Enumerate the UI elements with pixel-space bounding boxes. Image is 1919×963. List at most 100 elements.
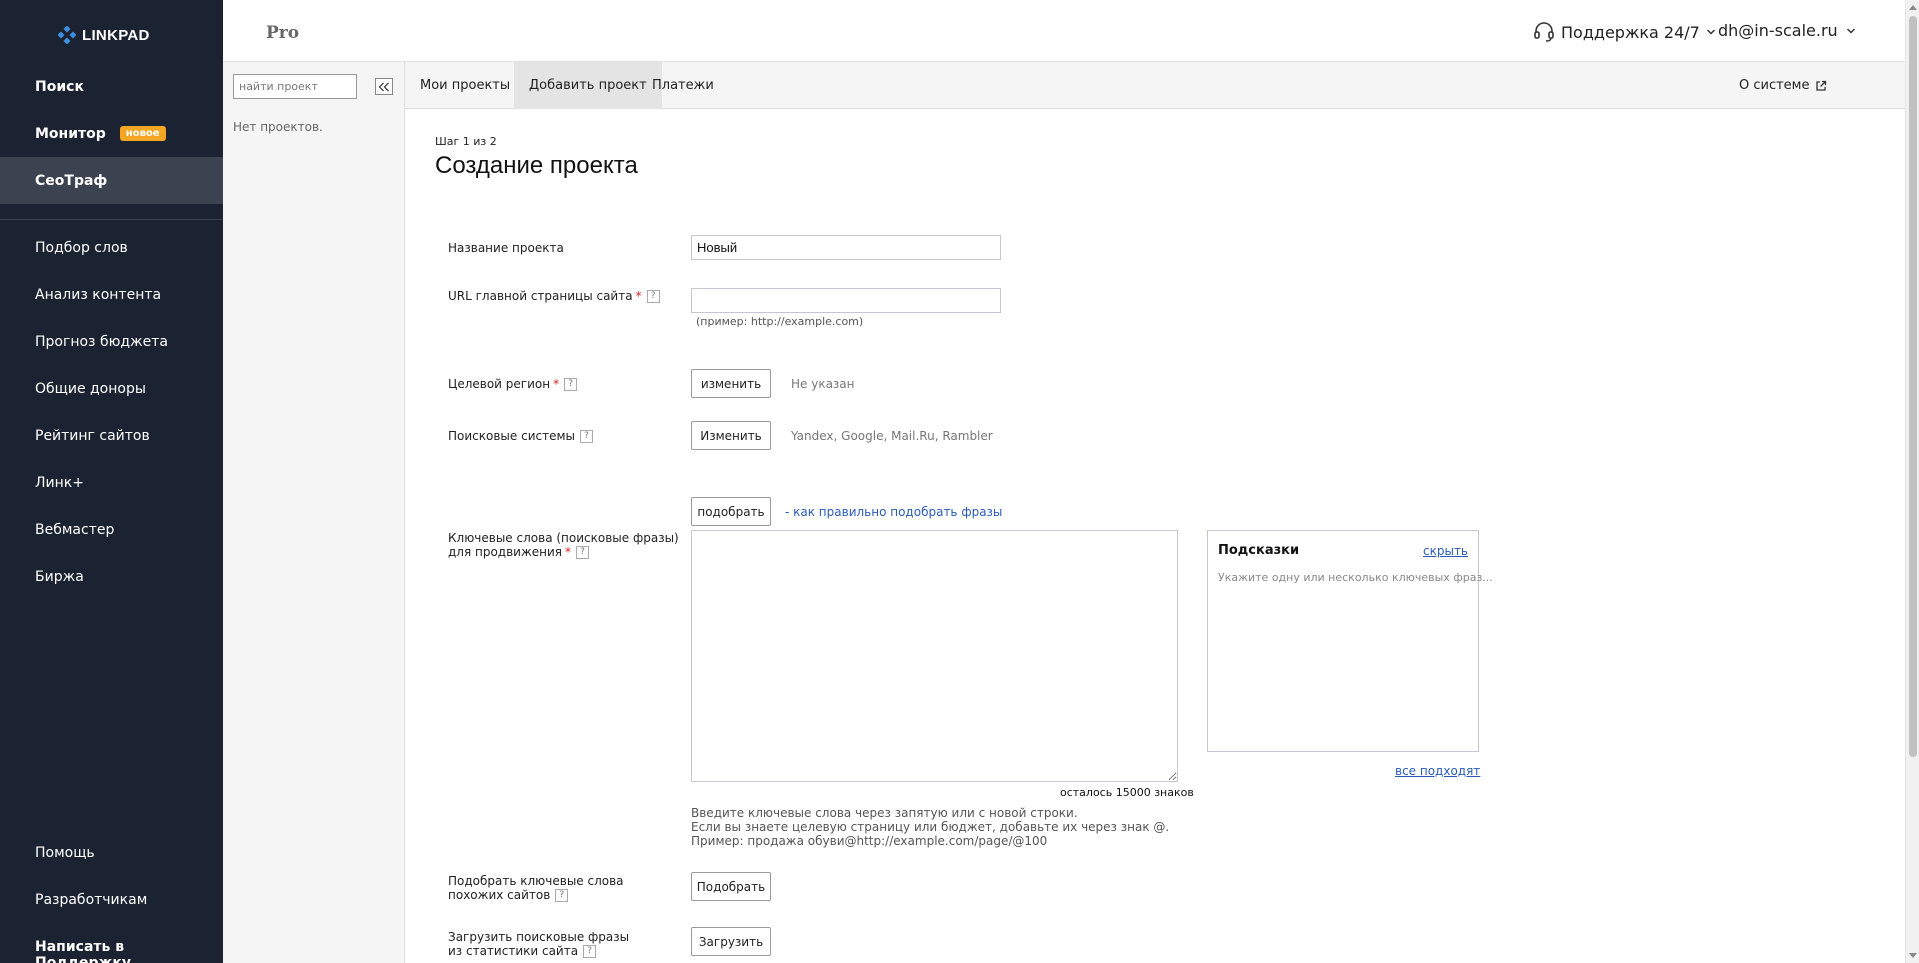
tips-title: Подсказки (1218, 543, 1300, 558)
support-label: Поддержка 24/7 (1561, 22, 1700, 42)
label-text: Ключевые слова (поисковые фразы) (448, 531, 679, 545)
similar-sites-label: Подобрать ключевые слова похожих сайтов? (448, 874, 624, 902)
label-text: Подобрать ключевые слова (448, 874, 624, 888)
plan-label: Pro (266, 23, 300, 43)
load-stats-button[interactable]: Загрузить (691, 927, 771, 956)
collapse-panel-button[interactable] (375, 78, 393, 95)
search-engines-label: Поисковые системы? (448, 429, 593, 443)
how-to-pick-phrases-link[interactable]: - как правильно подобрать фразы (785, 505, 1002, 519)
help-icon[interactable]: ? (576, 546, 590, 559)
target-region-label: Целевой регион *? (448, 377, 578, 391)
change-region-button[interactable]: изменить (691, 369, 771, 398)
help-icon[interactable]: ? (555, 889, 569, 902)
chevron-down-icon (1846, 27, 1855, 34)
page-scrollbar[interactable] (1905, 0, 1919, 963)
step-indicator: Шаг 1 из 2 (435, 135, 497, 148)
label-text: Целевой регион (448, 377, 551, 391)
label-text: URL главной страницы сайта (448, 289, 633, 303)
tab-my-projects[interactable]: Мои проекты (405, 62, 525, 109)
label-text: из статистики сайта (448, 944, 579, 958)
load-stats-label: Загрузить поисковые фразы из статистики … (448, 930, 629, 958)
region-value: Не указан (791, 377, 855, 391)
sidebar-item-content-analysis[interactable]: Анализ контента (35, 287, 161, 303)
sidebar-item-word-selection[interactable]: Подбор слов (35, 240, 128, 256)
create-project-form: Шаг 1 из 2 Создание проекта Название про… (405, 109, 1905, 963)
label-text: Название проекта (448, 241, 564, 255)
page-title: Создание проекта (435, 152, 638, 179)
sidebar-item-label: СеоТраф (35, 172, 108, 189)
project-search-input[interactable] (233, 74, 357, 99)
new-badge: новое (119, 126, 166, 141)
required-mark: * (635, 289, 642, 303)
keywords-label: Ключевые слова (поисковые фразы) для про… (448, 531, 679, 559)
top-header: Pro Поддержка 24/7 dh@in-scale.ru (223, 0, 1905, 62)
sidebar-item-label: Монитор (35, 125, 106, 142)
scroll-up-arrow[interactable] (1909, 3, 1917, 11)
about-label: О системе (1739, 78, 1810, 93)
sidebar-item-search[interactable]: Поиск (0, 63, 223, 110)
sidebar-item-seotraf[interactable]: СеоТраф (0, 157, 223, 204)
sidebar-item-exchange[interactable]: Биржа (35, 569, 84, 585)
triangle-up-icon (1909, 5, 1917, 10)
hide-tips-link[interactable]: скрыть (1423, 544, 1468, 558)
engines-value: Yandex, Google, Mail.Ru, Rambler (791, 429, 993, 443)
sidebar-item-label: Поиск (35, 78, 84, 95)
sidebar-item-site-rating[interactable]: Рейтинг сайтов (35, 428, 150, 444)
triangle-down-icon (1909, 953, 1917, 958)
scroll-down-arrow[interactable] (1909, 952, 1917, 960)
scroll-thumb[interactable] (1909, 16, 1917, 757)
label-text: для продвижения (448, 545, 563, 559)
sidebar-item-link-plus[interactable]: Линк+ (35, 475, 84, 491)
required-mark: * (565, 545, 572, 559)
keywords-help-text: Введите ключевые слова через запятую или… (691, 806, 1169, 848)
tips-text: Укажите одну или несколько ключевых фраз… (1218, 571, 1493, 584)
projects-panel: Нет проектов. (223, 62, 405, 963)
sidebar-item-webmaster[interactable]: Вебмастер (35, 522, 114, 538)
label-text: Поисковые системы (448, 429, 575, 443)
tips-panel: Подсказки скрыть Укажите одну или нескол… (1207, 530, 1493, 752)
tab-bar: Мои проекты Добавить проект Платежи О си… (405, 62, 1905, 109)
logo-text: LINKPAD (82, 26, 150, 44)
label-text: Загрузить поисковые фразы (448, 930, 630, 944)
contact-support-link[interactable]: Написать в Поддержку (35, 939, 223, 963)
change-engines-button[interactable]: Изменить (691, 421, 771, 450)
pick-phrases-button[interactable]: подобрать (691, 497, 771, 526)
chevron-down-icon (1706, 29, 1715, 35)
required-mark: * (553, 377, 560, 391)
help-line: Пример: продажа обуви@http://example.com… (691, 834, 1048, 848)
about-system-link[interactable]: О системе (1739, 62, 1827, 109)
help-link[interactable]: Помощь (35, 845, 95, 861)
sidebar-item-common-donors[interactable]: Общие доноры (35, 381, 146, 397)
help-icon[interactable]: ? (564, 378, 578, 391)
user-menu[interactable]: dh@in-scale.ru (1718, 21, 1856, 40)
help-line: Если вы знаете целевую страницу или бюдж… (691, 820, 1170, 834)
user-email: dh@in-scale.ru (1718, 21, 1838, 40)
label-text: похожих сайтов (448, 888, 551, 902)
empty-projects-text: Нет проектов. (233, 120, 323, 134)
all-fit-link[interactable]: все подходят (1395, 764, 1480, 778)
keywords-textarea[interactable] (691, 530, 1178, 782)
sidebar-item-monitor[interactable]: Монитор новое (0, 110, 223, 157)
help-icon[interactable]: ? (580, 430, 593, 443)
logo[interactable]: LINKPAD (58, 25, 150, 45)
help-icon[interactable]: ? (583, 945, 597, 958)
main-sidebar: LINKPAD Поиск Монитор новое СеоТраф Подб… (0, 0, 223, 963)
sidebar-divider (0, 219, 223, 220)
url-example: (пример: http://example.com) (696, 315, 864, 328)
headset-icon (1534, 22, 1554, 42)
developers-link[interactable]: Разработчикам (35, 892, 147, 908)
external-link-icon (1816, 80, 1827, 91)
double-chevron-left-icon (378, 82, 389, 91)
site-url-input[interactable] (691, 288, 1001, 313)
support-menu[interactable]: Поддержка 24/7 (1533, 21, 1716, 43)
help-line: Введите ключевые слова через запятую или… (691, 806, 1078, 820)
site-url-label: URL главной страницы сайта *? (448, 289, 660, 303)
project-name-input[interactable] (691, 235, 1001, 260)
tab-payments[interactable]: Платежи (637, 62, 729, 109)
chars-left-counter: осталось 15000 знаков (1060, 786, 1194, 799)
help-icon[interactable]: ? (646, 290, 660, 303)
linkpad-logo-icon (58, 26, 76, 44)
sidebar-item-budget-forecast[interactable]: Прогноз бюджета (35, 334, 168, 350)
project-name-label: Название проекта (448, 241, 564, 255)
pick-similar-button[interactable]: Подобрать (691, 872, 771, 901)
